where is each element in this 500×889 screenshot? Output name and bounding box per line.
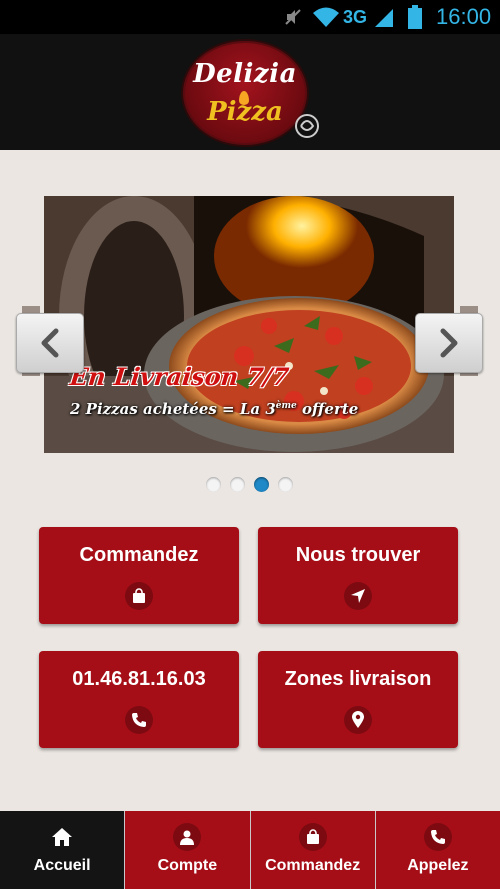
find-us-tile-label: Nous trouver bbox=[295, 544, 421, 566]
order-tile-label: Commandez bbox=[79, 544, 199, 566]
carousel-dot-2[interactable] bbox=[230, 477, 245, 492]
logo-text-1: Delizia bbox=[193, 59, 297, 89]
nav-call-label: Appelez bbox=[407, 857, 469, 874]
chevron-right-icon bbox=[440, 328, 458, 358]
chevron-left-icon bbox=[41, 328, 59, 358]
phone-icon bbox=[125, 706, 153, 734]
clock: 16:00 bbox=[436, 4, 492, 29]
nav-order[interactable]: Commandez bbox=[249, 811, 375, 889]
carousel-dot-4[interactable] bbox=[278, 477, 293, 492]
promo-subtitle-main: 2 Pizzas achetées = La 3 bbox=[70, 400, 276, 418]
order-tile[interactable]: Commandez bbox=[39, 527, 239, 624]
shopping-bag-icon bbox=[125, 582, 153, 610]
network-type: 3G bbox=[343, 6, 368, 27]
find-us-tile[interactable]: Nous trouver bbox=[258, 527, 458, 624]
wifi-icon bbox=[312, 0, 342, 34]
mute-icon bbox=[280, 0, 306, 34]
phone-icon bbox=[423, 823, 452, 851]
delizia-pizza-logo[interactable]: Delizia Pizza bbox=[181, 39, 309, 147]
logo-text-2: Pizza bbox=[207, 97, 283, 127]
signal-icon bbox=[373, 0, 397, 34]
carousel-dot-3[interactable] bbox=[254, 477, 269, 492]
shopping-bag-icon bbox=[298, 823, 327, 851]
carousel-dot-1[interactable] bbox=[206, 477, 221, 492]
delivery-zones-tile[interactable]: Zones livraison bbox=[258, 651, 458, 748]
promo-subtitle-end: offerte bbox=[301, 400, 359, 418]
promo-subtitle: 2 Pizzas achetées = La 3ème offerte bbox=[70, 400, 358, 418]
nav-account-label: Compte bbox=[157, 857, 218, 874]
nav-home-label: Accueil bbox=[33, 857, 91, 874]
halal-icon bbox=[295, 114, 319, 138]
carousel-pagination bbox=[206, 477, 293, 492]
nav-call[interactable]: Appelez bbox=[374, 811, 500, 889]
promo-title: En Livraison 7/7 bbox=[68, 362, 291, 391]
navigation-arrow-icon bbox=[344, 582, 372, 610]
battery-icon bbox=[408, 0, 426, 34]
carousel-prev-button[interactable] bbox=[16, 313, 84, 373]
nav-home[interactable]: Accueil bbox=[0, 811, 125, 889]
carousel-next-button[interactable] bbox=[415, 313, 483, 373]
home-icon bbox=[52, 828, 73, 846]
bottom-navigation: Accueil Compte Commandez Appelez bbox=[0, 811, 500, 889]
nav-account[interactable]: Compte bbox=[124, 811, 250, 889]
nav-order-label: Commandez bbox=[265, 857, 361, 874]
promo-subtitle-sup: ème bbox=[275, 401, 297, 411]
status-bar: 3G 16:00 bbox=[0, 0, 500, 34]
user-icon bbox=[173, 823, 202, 851]
phone-number-label: 01.46.81.16.03 bbox=[72, 668, 206, 690]
delivery-zones-label: Zones livraison bbox=[284, 668, 432, 690]
phone-number-tile[interactable]: 01.46.81.16.03 bbox=[39, 651, 239, 748]
map-pin-icon bbox=[344, 706, 372, 734]
app-header: Delizia Pizza bbox=[0, 34, 500, 150]
